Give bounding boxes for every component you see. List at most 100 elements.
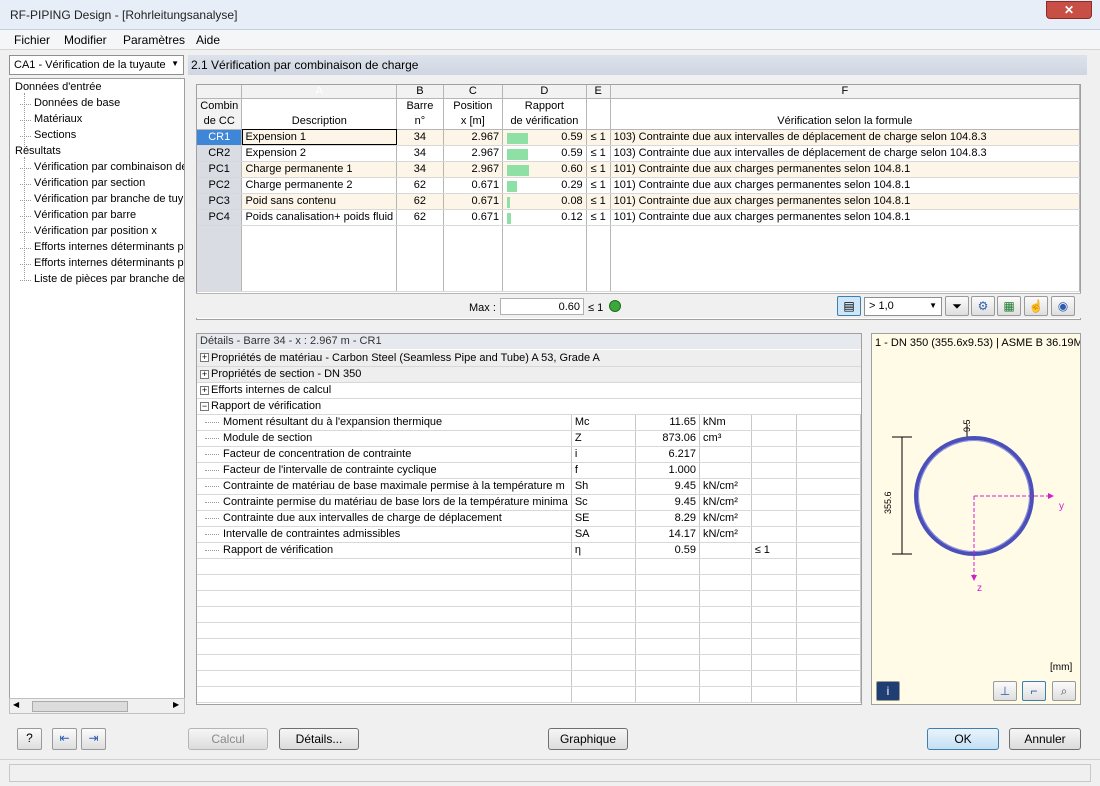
details-group-forces[interactable]: + Efforts internes de calcul: [197, 382, 861, 399]
menu-parametres[interactable]: Paramètres: [123, 33, 185, 47]
expand-plus-icon[interactable]: +: [200, 353, 209, 363]
details-group-section[interactable]: + Propriétés de section - DN 350: [197, 366, 861, 383]
color-scale-icon[interactable]: ⚙: [971, 296, 995, 316]
nav-item-result-position[interactable]: Vérification par position x: [20, 225, 157, 237]
scroll-thumb[interactable]: [32, 701, 128, 712]
row-cc[interactable]: PC1: [197, 161, 243, 178]
help-icon[interactable]: ?: [17, 728, 42, 750]
details-group-ratio[interactable]: − Rapport de vérification: [197, 398, 861, 415]
nav-group-results[interactable]: Résultats: [15, 145, 61, 157]
nav-item-result-section[interactable]: Vérification par section: [19, 177, 145, 189]
dimension-icon[interactable]: ⊥: [993, 681, 1017, 701]
details-unit: kN/cm²: [699, 494, 752, 511]
details-le: [751, 478, 797, 495]
row-cc[interactable]: PC2: [197, 177, 243, 194]
row-description[interactable]: Charge permanente 1: [241, 161, 398, 178]
details-group-material[interactable]: + Propriétés de matériau - Carbon Steel (…: [197, 350, 861, 367]
y-axis-arrow: [1048, 493, 1054, 499]
window-title: RF-PIPING Design - [Rohrleitungsanalyse]: [10, 8, 238, 22]
table-row[interactable]: PC1 Charge permanente 1 34 2.967 0.60 ≤ 1 101)…: [197, 161, 1081, 178]
view-eye-icon[interactable]: ◉: [1051, 296, 1075, 316]
details-value: 8.29: [635, 510, 701, 527]
row-cc[interactable]: CR2: [197, 145, 243, 162]
table-row[interactable]: PC4 Poids canalisation+ poids fluid 62 0.67…: [197, 209, 1081, 226]
details-le: [751, 462, 797, 479]
scroll-right-icon[interactable]: ▶: [173, 700, 179, 709]
header-combin: Combin: [197, 98, 243, 113]
case-select[interactable]: CA1 - Vérification de la tuyaute ▼: [9, 55, 184, 75]
graphic-button[interactable]: Graphique: [548, 728, 628, 750]
filter-select[interactable]: > 1,0 ▼: [864, 297, 942, 316]
info-icon[interactable]: i: [876, 681, 900, 701]
expand-plus-icon[interactable]: +: [200, 385, 209, 395]
row-ratio: 0.59: [502, 145, 587, 162]
details-label: Moment résultant du à l'expansion thermi…: [197, 414, 572, 431]
row-ratio: 0.29: [502, 177, 587, 194]
details-empty-row: [197, 670, 861, 687]
menu-aide[interactable]: Aide: [196, 33, 220, 47]
col-letter-e[interactable]: E: [586, 85, 611, 99]
details-unit: kN/cm²: [699, 510, 752, 527]
details-empty: [796, 526, 861, 543]
details-header: Détails - Barre 34 - x : 2.967 m - CR1: [197, 334, 861, 349]
col-letter-a[interactable]: A: [241, 85, 398, 99]
col-letter-f[interactable]: F: [610, 85, 1081, 99]
details-unit: kNm: [699, 414, 752, 431]
row-description[interactable]: Poids canalisation+ poids fluid: [241, 209, 398, 226]
details-empty: [796, 542, 861, 559]
previous-icon[interactable]: ⇤: [52, 728, 77, 750]
details-unit: [699, 446, 752, 463]
details-le: [751, 414, 797, 431]
table-row[interactable]: CR1 Expension 1 34 2.967 0.59 ≤ 1 103) Contrai…: [197, 129, 1081, 146]
table-row[interactable]: PC2 Charge permanente 2 62 0.671 0.29 ≤ 1 101)…: [197, 177, 1081, 194]
row-description[interactable]: Expension 1: [241, 129, 398, 146]
menu-modifier[interactable]: Modifier: [64, 33, 107, 47]
ratio-bar: [507, 148, 529, 160]
col-letter-b[interactable]: B: [396, 85, 444, 99]
header-description: Description: [241, 113, 398, 130]
col-letter-c[interactable]: C: [443, 85, 504, 99]
collapse-minus-icon[interactable]: −: [200, 401, 209, 411]
funnel-icon[interactable]: ⏷: [945, 296, 969, 316]
menu-fichier[interactable]: Fichier: [14, 33, 50, 47]
table-row[interactable]: CR2 Expension 2 34 2.967 0.59 ≤ 1 103) Contrai…: [197, 145, 1081, 162]
nav-group-input[interactable]: Données d'entrée: [15, 81, 102, 93]
nav-item-result-parts[interactable]: Liste de pièces par branche de: [19, 273, 184, 285]
nav-item-donnees-base[interactable]: Données de base: [19, 97, 120, 109]
select-member-icon[interactable]: ☝: [1024, 296, 1048, 316]
ratio-bar: [507, 180, 518, 192]
details-empty: [796, 510, 861, 527]
ok-button[interactable]: OK: [927, 728, 999, 750]
table-row[interactable]: PC3 Poid sans contenu 62 0.671 0.08 ≤ 1 101) C…: [197, 193, 1081, 210]
table-view-icon[interactable]: ▤: [837, 296, 861, 316]
nav-item-result-combination[interactable]: Vérification par combinaison de: [19, 161, 184, 173]
header-formula: Vérification selon la formule: [610, 113, 1081, 130]
row-description[interactable]: Poid sans contenu: [241, 193, 398, 210]
expand-plus-icon[interactable]: +: [200, 369, 209, 379]
next-icon[interactable]: ⇥: [81, 728, 106, 750]
nav-item-result-forces-2[interactable]: Efforts internes déterminants p: [20, 257, 184, 269]
row-cc[interactable]: PC4: [197, 209, 243, 226]
nav-item-result-branch[interactable]: Vérification par branche de tuy: [19, 193, 183, 205]
calc-button[interactable]: Calcul: [188, 728, 268, 750]
nav-item-result-member[interactable]: Vérification par barre: [19, 209, 136, 221]
row-cc[interactable]: CR1: [197, 129, 243, 146]
cancel-button[interactable]: Annuler: [1009, 728, 1081, 750]
row-description[interactable]: Charge permanente 2: [241, 177, 398, 194]
details-button[interactable]: Détails...: [279, 728, 359, 750]
nav-horizontal-scrollbar[interactable]: ◀ ▶: [9, 698, 185, 714]
scroll-left-icon[interactable]: ◀: [13, 700, 19, 709]
row-le: ≤ 1: [586, 177, 611, 194]
nav-item-sections[interactable]: Sections: [19, 129, 76, 141]
status-box: [9, 764, 1091, 782]
nav-item-result-forces-1[interactable]: Efforts internes déterminants p: [20, 241, 184, 253]
excel-export-icon[interactable]: ▦: [997, 296, 1021, 316]
zoom-reset-icon[interactable]: ⌕: [1052, 681, 1076, 701]
row-description[interactable]: Expension 2: [241, 145, 398, 162]
close-window-button[interactable]: ✕: [1046, 1, 1092, 19]
nav-item-materiaux[interactable]: Matériaux: [19, 113, 82, 125]
section-title: 2.1 Vérification par combinaison de char…: [188, 55, 1087, 75]
axes-icon[interactable]: ⌐: [1022, 681, 1046, 701]
col-letter-d[interactable]: D: [502, 85, 587, 99]
row-cc[interactable]: PC3: [197, 193, 243, 210]
